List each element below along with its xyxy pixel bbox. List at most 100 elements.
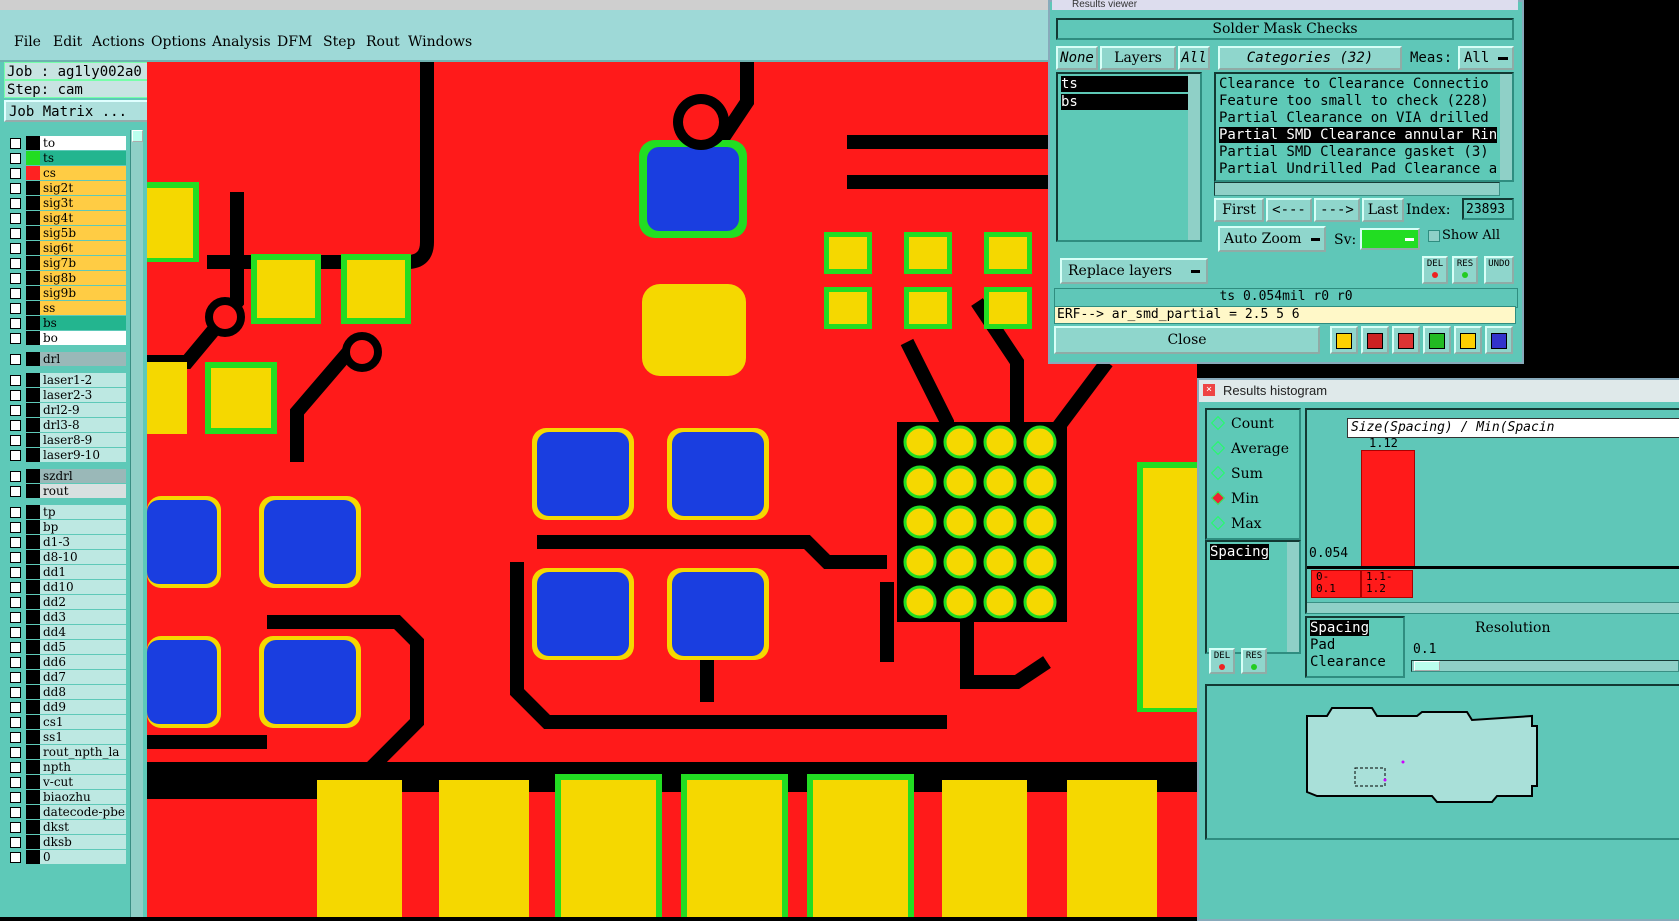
- layer-checkbox[interactable]: [10, 273, 21, 284]
- category-list-item[interactable]: Clearance to Clearance Connectio: [1219, 76, 1497, 92]
- layer-color-swatch[interactable]: [26, 373, 40, 387]
- layer-name[interactable]: sig7b: [40, 256, 126, 270]
- histogram-bar[interactable]: [1361, 450, 1415, 568]
- layer-name[interactable]: drl: [40, 352, 126, 366]
- radio-min[interactable]: Min: [1210, 490, 1259, 509]
- layer-list-scrollbar[interactable]: [130, 130, 143, 917]
- layer-color-swatch[interactable]: [26, 151, 40, 165]
- layer-checkbox[interactable]: [10, 537, 21, 548]
- layer-row-dd8[interactable]: dd8: [8, 685, 126, 699]
- layer-name[interactable]: laser1-2: [40, 373, 126, 387]
- layer-row-0[interactable]: 0: [8, 850, 126, 864]
- layer-row-dd3[interactable]: dd3: [8, 610, 126, 624]
- categories-button[interactable]: Categories (32): [1218, 46, 1402, 70]
- layer-checkbox[interactable]: [10, 822, 21, 833]
- layer-row-biaozhu[interactable]: biaozhu: [8, 790, 126, 804]
- bin-label[interactable]: 1.1- 1.2: [1361, 570, 1413, 598]
- layer-name[interactable]: d8-10: [40, 550, 126, 564]
- layer-checkbox[interactable]: [10, 852, 21, 863]
- layer-color-swatch[interactable]: [26, 166, 40, 180]
- layer-name[interactable]: sig6t: [40, 241, 126, 255]
- layer-color-swatch[interactable]: [26, 136, 40, 150]
- layer-row-d1-3[interactable]: d1-3: [8, 535, 126, 549]
- layer-name[interactable]: npth: [40, 760, 126, 774]
- layer-row-sig5b[interactable]: sig5b: [8, 226, 126, 240]
- layer-row-drl2-9[interactable]: drl2-9: [8, 403, 126, 417]
- layer-row-to[interactable]: to: [8, 136, 126, 150]
- layer-name[interactable]: sig3t: [40, 196, 126, 210]
- layer-row-sig2t[interactable]: sig2t: [8, 181, 126, 195]
- layer-color-swatch[interactable]: [26, 550, 40, 564]
- meas-dropdown[interactable]: All: [1458, 46, 1514, 70]
- layer-color-swatch[interactable]: [26, 745, 40, 759]
- category-scrollbar[interactable]: [1500, 74, 1512, 180]
- layer-name[interactable]: rout: [40, 484, 126, 498]
- layer-list-item[interactable]: bs: [1061, 94, 1189, 110]
- layer-name[interactable]: drl2-9: [40, 403, 126, 417]
- layer-checkbox[interactable]: [10, 288, 21, 299]
- layer-row-dd1[interactable]: dd1: [8, 565, 126, 579]
- layer-row-d8-10[interactable]: d8-10: [8, 550, 126, 564]
- category-hscrollbar[interactable]: [1214, 182, 1500, 196]
- layer-row-drl3-8[interactable]: drl3-8: [8, 418, 126, 432]
- layer-color-swatch[interactable]: [26, 271, 40, 285]
- radio-count[interactable]: Count: [1210, 415, 1274, 434]
- field-list-item[interactable]: Pad: [1310, 637, 1335, 653]
- menu-windows[interactable]: Windows: [408, 34, 472, 50]
- layer-name[interactable]: to: [40, 136, 126, 150]
- layer-checkbox[interactable]: [10, 717, 21, 728]
- show-all-checkbox[interactable]: [1428, 230, 1440, 242]
- radio-average[interactable]: Average: [1210, 440, 1289, 459]
- layer-checkbox[interactable]: [10, 627, 21, 638]
- layer-checkbox[interactable]: [10, 687, 21, 698]
- report-icon[interactable]: [1454, 326, 1482, 354]
- menu-actions[interactable]: Actions: [92, 34, 145, 50]
- layer-checkbox[interactable]: [10, 486, 21, 497]
- layer-name[interactable]: szdrl: [40, 469, 126, 483]
- layer-name[interactable]: datecode-pbe: [40, 805, 126, 819]
- layer-row-bp[interactable]: bp: [8, 520, 126, 534]
- layer-name[interactable]: cs: [40, 166, 126, 180]
- layer-name[interactable]: drl3-8: [40, 418, 126, 432]
- layer-checkbox[interactable]: [10, 597, 21, 608]
- layer-name[interactable]: laser9-10: [40, 448, 126, 462]
- layer-row-ts[interactable]: ts: [8, 151, 126, 165]
- layer-row-dd7[interactable]: dd7: [8, 670, 126, 684]
- layer-color-swatch[interactable]: [26, 850, 40, 864]
- layer-row-sig8b[interactable]: sig8b: [8, 271, 126, 285]
- layer-name[interactable]: sig5b: [40, 226, 126, 240]
- layer-row-rout[interactable]: rout: [8, 484, 126, 498]
- layer-checkbox[interactable]: [10, 807, 21, 818]
- close-icon[interactable]: ×: [1203, 384, 1215, 396]
- layer-row-laser1-2[interactable]: laser1-2: [8, 373, 126, 387]
- index-field[interactable]: [1462, 198, 1514, 220]
- layer-row-dd6[interactable]: dd6: [8, 655, 126, 669]
- radio-max[interactable]: Max: [1210, 515, 1262, 534]
- layer-checkbox[interactable]: [10, 258, 21, 269]
- layer-name[interactable]: sig9b: [40, 286, 126, 300]
- layer-color-swatch[interactable]: [26, 418, 40, 432]
- layer-color-swatch[interactable]: [26, 760, 40, 774]
- layer-color-swatch[interactable]: [26, 595, 40, 609]
- layer-checkbox[interactable]: [10, 732, 21, 743]
- layer-name[interactable]: dd5: [40, 640, 126, 654]
- layer-checkbox[interactable]: [10, 792, 21, 803]
- layer-row-cs[interactable]: cs: [8, 166, 126, 180]
- close-button[interactable]: Close: [1054, 326, 1320, 354]
- layer-checkbox[interactable]: [10, 435, 21, 446]
- layer-name[interactable]: laser8-9: [40, 433, 126, 447]
- field-list-item[interactable]: Clearance: [1310, 654, 1386, 670]
- layer-row-sig3t[interactable]: sig3t: [8, 196, 126, 210]
- layer-color-swatch[interactable]: [26, 241, 40, 255]
- layer-name[interactable]: dkst: [40, 820, 126, 834]
- layer-checkbox[interactable]: [10, 672, 21, 683]
- layer-checkbox[interactable]: [10, 138, 21, 149]
- layer-row-drl[interactable]: drl: [8, 352, 126, 366]
- layer-checkbox[interactable]: [10, 420, 21, 431]
- del-button[interactable]: DEL: [1422, 256, 1448, 284]
- bin-label[interactable]: 0- 0.1: [1311, 570, 1361, 598]
- layer-color-swatch[interactable]: [26, 670, 40, 684]
- layer-color-swatch[interactable]: [26, 685, 40, 699]
- layer-color-swatch[interactable]: [26, 211, 40, 225]
- layer-color-swatch[interactable]: [26, 565, 40, 579]
